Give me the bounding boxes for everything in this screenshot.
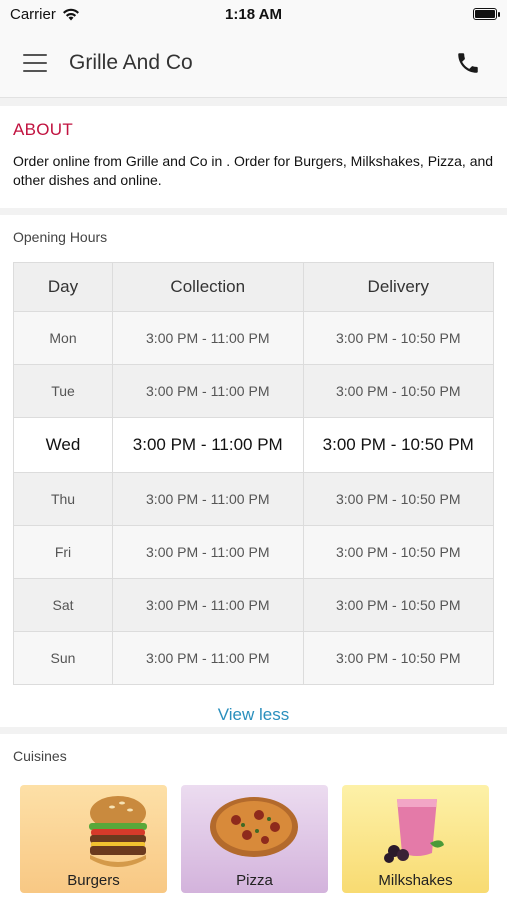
opening-hours-label: Opening Hours <box>13 229 108 245</box>
day-cell: Fri <box>13 525 113 579</box>
app-header: Grille And Co <box>0 28 507 98</box>
view-less-link[interactable]: View less <box>13 705 494 725</box>
phone-icon[interactable] <box>455 50 481 76</box>
collection-cell: 3:00 PM - 11:00 PM <box>112 525 304 579</box>
collection-cell: 3:00 PM - 11:00 PM <box>112 364 304 418</box>
table-row: Thu 3:00 PM - 11:00 PM 3:00 PM - 10:50 P… <box>13 472 494 526</box>
menu-icon[interactable] <box>23 53 47 72</box>
table-row: Mon 3:00 PM - 11:00 PM 3:00 PM - 10:50 P… <box>13 311 494 365</box>
table-row: Fri 3:00 PM - 11:00 PM 3:00 PM - 10:50 P… <box>13 525 494 579</box>
collection-cell: 3:00 PM - 11:00 PM <box>112 631 304 685</box>
cuisines-label: Cuisines <box>13 748 67 764</box>
status-time: 1:18 AM <box>225 5 282 23</box>
collection-cell: 3:00 PM - 11:00 PM <box>112 311 304 365</box>
day-cell: Wed <box>13 417 113 473</box>
delivery-cell: 3:00 PM - 10:50 PM <box>302 578 494 632</box>
cuisine-card-burgers[interactable]: Burgers <box>20 785 167 893</box>
table-header-row: Day Collection Delivery <box>13 262 494 312</box>
about-text: Order online from Grille and Co in . Ord… <box>13 153 494 188</box>
day-cell: Mon <box>13 311 113 365</box>
collection-cell: 3:00 PM - 11:00 PM <box>112 472 304 526</box>
table-row: Tue 3:00 PM - 11:00 PM 3:00 PM - 10:50 P… <box>13 364 494 418</box>
delivery-cell: 3:00 PM - 10:50 PM <box>302 472 494 526</box>
delivery-cell: 3:00 PM - 10:50 PM <box>302 311 494 365</box>
milkshake-icon <box>384 799 444 863</box>
day-cell: Tue <box>13 364 113 418</box>
pizza-icon <box>210 797 298 857</box>
cuisine-list: Burgers Pizza Milkshakes <box>13 785 494 893</box>
column-header-day: Day <box>13 262 113 312</box>
table-row: Sun 3:00 PM - 11:00 PM 3:00 PM - 10:50 P… <box>13 631 494 685</box>
delivery-cell: 3:00 PM - 10:50 PM <box>302 364 494 418</box>
carrier-label: Carrier <box>10 5 56 23</box>
cuisine-card-milkshakes[interactable]: Milkshakes <box>342 785 489 893</box>
day-cell: Sun <box>13 631 113 685</box>
delivery-cell: 3:00 PM - 10:50 PM <box>302 525 494 579</box>
delivery-cell: 3:00 PM - 10:50 PM <box>302 417 494 473</box>
column-header-collection: Collection <box>112 262 304 312</box>
about-section: ABOUT Order online from Grille and Co in… <box>0 106 507 208</box>
column-header-delivery: Delivery <box>302 262 494 312</box>
day-cell: Sat <box>13 578 113 632</box>
status-left: Carrier <box>10 6 80 23</box>
burger-icon <box>89 796 147 867</box>
cuisine-name: Burgers <box>67 872 120 889</box>
table-row-today: Wed 3:00 PM - 11:00 PM 3:00 PM - 10:50 P… <box>13 417 494 473</box>
collection-cell: 3:00 PM - 11:00 PM <box>112 417 304 473</box>
page-title: Grille And Co <box>69 50 193 74</box>
cuisine-name: Pizza <box>236 872 273 889</box>
wifi-icon <box>62 8 79 20</box>
delivery-cell: 3:00 PM - 10:50 PM <box>302 631 494 685</box>
about-title: ABOUT <box>13 120 74 139</box>
cuisine-name: Milkshakes <box>378 872 453 889</box>
table-row: Sat 3:00 PM - 11:00 PM 3:00 PM - 10:50 P… <box>13 578 494 632</box>
status-bar: Carrier 1:18 AM <box>0 0 507 28</box>
cuisines-section: Cuisines Burgers Pizza Milkshakes <box>0 734 507 900</box>
day-cell: Thu <box>13 472 113 526</box>
battery-icon <box>473 8 500 20</box>
collection-cell: 3:00 PM - 11:00 PM <box>112 578 304 632</box>
cuisine-card-pizza[interactable]: Pizza <box>181 785 328 893</box>
opening-hours-table: Day Collection Delivery Mon 3:00 PM - 11… <box>13 262 494 685</box>
opening-hours-section: Opening Hours Day Collection Delivery Mo… <box>0 215 507 727</box>
